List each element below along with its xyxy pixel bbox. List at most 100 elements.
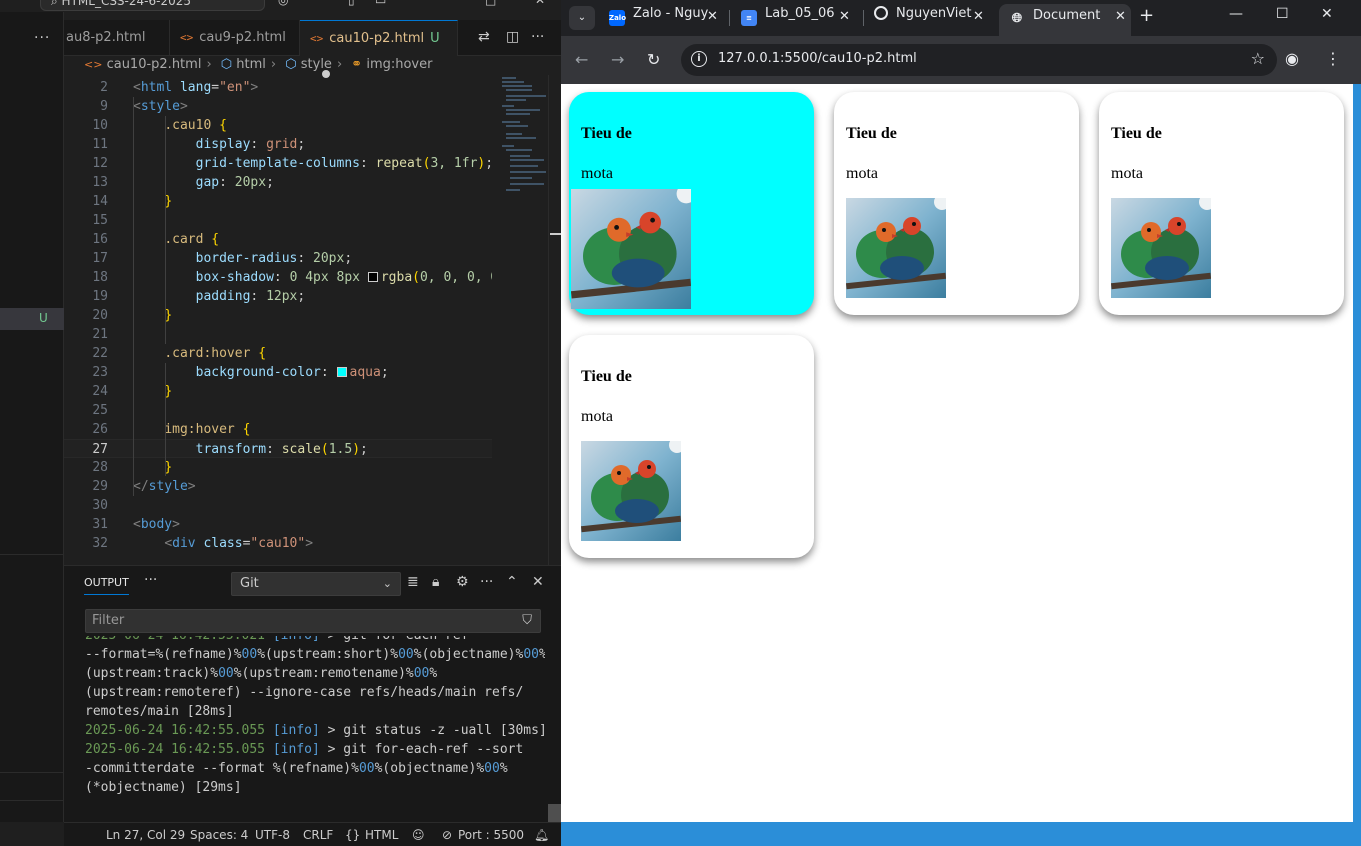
explorer-selected-row[interactable]: U [0, 308, 64, 330]
indentation[interactable]: Spaces: 4 [190, 828, 248, 842]
more-actions-icon[interactable]: ··· [34, 30, 50, 46]
code-editor[interactable]: 2 <html lang="en"> 9 <style> 10 .cau10 {11 d… [64, 78, 492, 564]
close-tab-icon[interactable]: ✕ [839, 9, 850, 24]
editor-scrollbar[interactable] [548, 75, 561, 565]
code-text: transform: scale(1.5); [195, 442, 368, 457]
compare-changes-icon[interactable]: ⇄ [478, 29, 490, 45]
forward-icon[interactable]: → [611, 50, 624, 69]
code-line[interactable]: 23 background-color: aqua; [64, 363, 492, 382]
code-line[interactable]: 18 box-shadow: 0 4px 8px rgba(0, 0, 0, 0 [64, 268, 492, 287]
lovebirds-image[interactable] [571, 189, 691, 309]
tab-cau10[interactable]: <> cau10-p2.html U [300, 20, 458, 78]
card[interactable]: Tieu de mota [569, 335, 814, 558]
breadcrumb-style[interactable]: style [301, 57, 332, 72]
log-line: 2025-06-24 16:42:55.055 [info] > git for… [85, 742, 524, 757]
site-info-icon[interactable]: i [691, 51, 707, 67]
lovebirds-image[interactable] [581, 441, 681, 541]
close-window-icon[interactable]: ✕ [535, 0, 545, 7]
output-channel-select[interactable]: Git ⌄ [231, 572, 401, 596]
more-views-icon[interactable]: ··· [144, 572, 157, 588]
card[interactable]: Tieu de mota [1099, 92, 1344, 315]
card[interactable]: Tieu de mota [569, 92, 814, 315]
browser-tab-lab[interactable]: ≡ Lab_05_06 [741, 6, 839, 30]
code-line[interactable]: 24 } [64, 382, 492, 401]
tab-cau9[interactable]: <> cau9-p2.html [170, 20, 300, 56]
tab-search-icon[interactable]: ⌄ [569, 6, 595, 30]
code-line[interactable]: 9 <style> [64, 97, 492, 116]
split-editor-icon[interactable]: ◫ [506, 29, 519, 45]
lovebirds-image[interactable] [1111, 198, 1211, 298]
line-ending[interactable]: CRLF [303, 828, 333, 842]
encoding[interactable]: UTF-8 [255, 828, 290, 842]
close-tab-icon[interactable]: ✕ [707, 9, 718, 24]
code-line[interactable]: 14 } [64, 192, 492, 211]
code-line[interactable]: 32 <div class="cau10"> [64, 534, 492, 553]
code-line[interactable]: 2 <html lang="en"> [64, 78, 492, 97]
code-line[interactable]: 31 <body> [64, 515, 492, 534]
code-line[interactable]: 16 .card { [64, 230, 492, 249]
close-tab-icon[interactable]: ✕ [973, 9, 984, 24]
layout-panel-icon[interactable]: ▭ [375, 0, 386, 7]
panel-scrollbar-thumb[interactable] [548, 804, 561, 822]
breadcrumb-html[interactable]: html [236, 57, 266, 72]
bookmark-star-icon[interactable]: ☆ [1251, 49, 1265, 68]
close-window-icon[interactable]: ✕ [1321, 6, 1333, 22]
code-line[interactable]: 25 [64, 401, 492, 420]
code-line[interactable]: 11 display: grid; [64, 135, 492, 154]
language-mode[interactable]: HTML [365, 828, 398, 842]
address-bar[interactable]: i 127.0.0.1:5500/cau10-p2.html ☆ [681, 44, 1277, 76]
profile-icon[interactable]: ◉ [1285, 49, 1299, 68]
close-tab-icon[interactable]: ✕ [1115, 9, 1126, 24]
more-actions-icon[interactable]: ··· [531, 29, 544, 45]
minimize-icon[interactable]: — [1229, 6, 1243, 22]
command-center-search[interactable]: ⌕ HTML_CSS-24-6-2025 [40, 0, 265, 11]
maximize-panel-icon[interactable]: ⌃ [506, 574, 518, 590]
code-line[interactable]: 13 gap: 20px; [64, 173, 492, 192]
code-line[interactable]: 21 [64, 325, 492, 344]
code-line[interactable]: 10 .cau10 { [64, 116, 492, 135]
maximize-icon[interactable]: ☐ [1276, 6, 1289, 22]
browser-tab-github[interactable]: NguyenViet [874, 6, 988, 30]
code-line[interactable]: 26 img:hover { [64, 420, 492, 439]
layout-sidebar-icon[interactable]: ▯ [348, 0, 355, 7]
output-filter-input[interactable]: Filter ⛉ [85, 609, 541, 633]
filter-icon[interactable]: ⛉ [522, 610, 532, 632]
code-line[interactable]: 29 </style> [64, 477, 492, 496]
breadcrumb-file[interactable]: cau10-p2.html [107, 57, 202, 72]
live-server-port[interactable]: Port : 5500 [458, 828, 524, 842]
tab-cau8[interactable]: au8-p2.html [56, 20, 170, 56]
notifications-icon[interactable]: 🔔︎ [534, 828, 549, 842]
code-line[interactable]: 20 } [64, 306, 492, 325]
code-line[interactable]: 17 border-radius: 20px; [64, 249, 492, 268]
tab-label: au8-p2.html [66, 30, 146, 45]
code-line[interactable]: 27 transform: scale(1.5); [64, 439, 492, 458]
lock-icon[interactable]: 🔒︎ [432, 574, 439, 590]
lovebirds-image[interactable] [846, 198, 946, 298]
more-actions-icon[interactable]: ··· [480, 574, 493, 590]
menu-kebab-icon[interactable]: ⋮ [1325, 49, 1341, 68]
code-line[interactable]: 30 [64, 496, 492, 515]
desktop-edge [1353, 84, 1361, 822]
minimap[interactable] [492, 75, 548, 565]
gear-icon[interactable]: ⚙ [456, 574, 469, 590]
tab-output[interactable]: OUTPUT [84, 576, 129, 595]
new-tab-icon[interactable]: + [1139, 5, 1154, 26]
browser-tab-document[interactable]: 🌐︎ Document [999, 4, 1131, 36]
clear-output-icon[interactable]: ≣ [407, 574, 419, 590]
cursor-position[interactable]: Ln 27, Col 29 [106, 828, 185, 842]
copilot-icon[interactable]: ◎ [278, 0, 288, 7]
code-line[interactable]: 28 } [64, 458, 492, 477]
code-line[interactable]: 15 [64, 211, 492, 230]
reload-icon[interactable]: ↻ [647, 50, 660, 69]
url-text[interactable]: 127.0.0.1:5500/cau10-p2.html [718, 51, 917, 66]
back-icon[interactable]: ← [575, 50, 588, 69]
browser-tab-zalo[interactable]: Zalo Zalo - Nguy [609, 6, 719, 30]
breadcrumb-selector[interactable]: img:hover [366, 57, 432, 72]
card[interactable]: Tieu de mota [834, 92, 1079, 315]
code-line[interactable]: 19 padding: 12px; [64, 287, 492, 306]
code-line[interactable]: 22 .card:hover { [64, 344, 492, 363]
close-panel-icon[interactable]: ✕ [532, 574, 544, 590]
code-line[interactable]: 12 grid-template-columns: repeat(3, 1fr)… [64, 154, 492, 173]
maximize-icon[interactable]: □ [485, 0, 496, 7]
copilot-icon[interactable]: ☺ [412, 828, 425, 842]
